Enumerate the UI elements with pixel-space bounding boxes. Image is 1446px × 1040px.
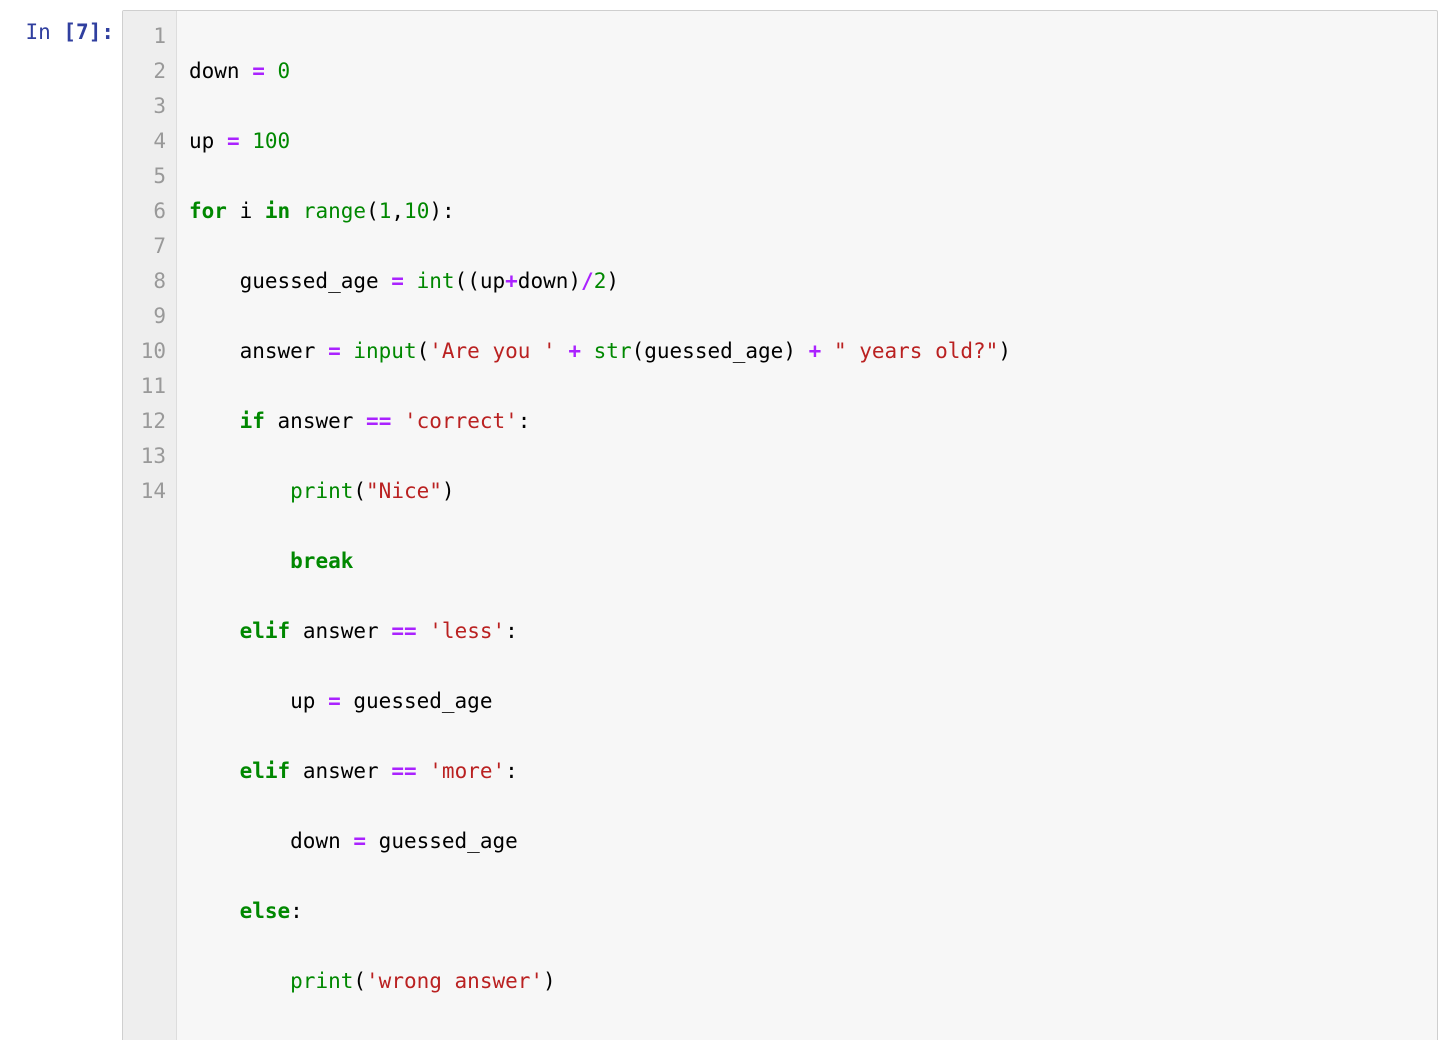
line-number: 6 <box>131 194 166 229</box>
line-number: 9 <box>131 299 166 334</box>
line-number: 11 <box>131 369 166 404</box>
prompt-close-bracket: ]: <box>89 20 114 44</box>
line-number: 2 <box>131 54 166 89</box>
line-number: 8 <box>131 264 166 299</box>
code-line[interactable]: break <box>189 544 1011 579</box>
code-line[interactable]: elif answer == 'less': <box>189 614 1011 649</box>
code-line[interactable]: down = guessed_age <box>189 824 1011 859</box>
code-line[interactable]: down = 0 <box>189 54 1011 89</box>
line-number: 3 <box>131 89 166 124</box>
input-prompt: In [7]: <box>8 10 122 44</box>
line-number: 5 <box>131 159 166 194</box>
prompt-label: In <box>25 20 50 44</box>
line-number: 10 <box>131 334 166 369</box>
code-line[interactable]: up = guessed_age <box>189 684 1011 719</box>
code-line[interactable]: guessed_age = int((up+down)/2) <box>189 264 1011 299</box>
line-number: 14 <box>131 474 166 509</box>
code-line[interactable]: if answer == 'correct': <box>189 404 1011 439</box>
code-input-area[interactable]: 1 2 3 4 5 6 7 8 9 10 11 12 13 14 down = … <box>122 10 1438 1040</box>
code-line[interactable]: for i in range(1,10): <box>189 194 1011 229</box>
code-line[interactable]: elif answer == 'more': <box>189 754 1011 789</box>
line-number: 4 <box>131 124 166 159</box>
line-number: 12 <box>131 404 166 439</box>
code-line[interactable]: answer = input('Are you ' + str(guessed_… <box>189 334 1011 369</box>
prompt-open-bracket: [ <box>51 20 76 44</box>
code-line[interactable]: up = 100 <box>189 124 1011 159</box>
line-number: 7 <box>131 229 166 264</box>
code-editor[interactable]: down = 0 up = 100 for i in range(1,10): … <box>177 11 1023 1040</box>
code-cell: In [7]: 1 2 3 4 5 6 7 8 9 10 11 12 13 14… <box>0 10 1446 1040</box>
code-line[interactable]: print('wrong answer') <box>189 964 1011 999</box>
prompt-number: 7 <box>76 20 89 44</box>
code-line[interactable]: print("Nice") <box>189 474 1011 509</box>
line-number: 13 <box>131 439 166 474</box>
line-number: 1 <box>131 19 166 54</box>
code-line[interactable]: else: <box>189 894 1011 929</box>
line-number-gutter: 1 2 3 4 5 6 7 8 9 10 11 12 13 14 <box>123 11 177 1040</box>
